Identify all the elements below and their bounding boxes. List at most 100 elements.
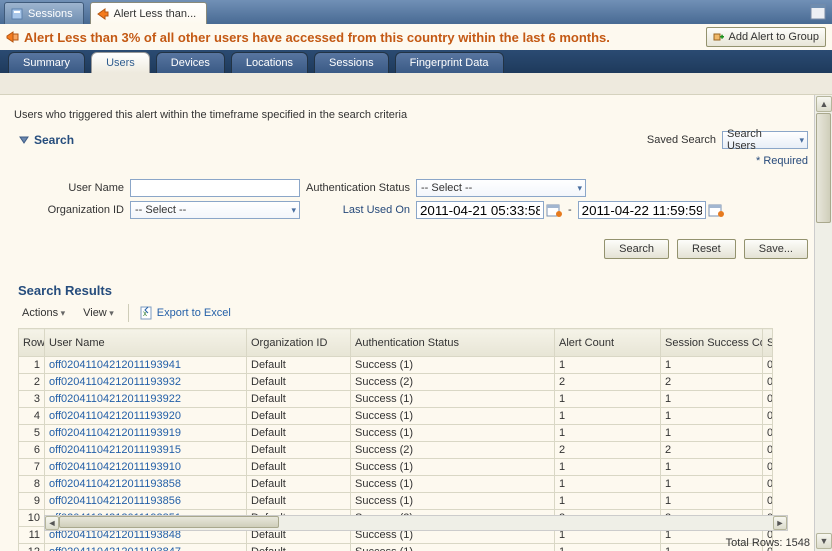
tab-devices[interactable]: Devices xyxy=(156,52,225,73)
cell-org: Default xyxy=(247,442,351,459)
col-org[interactable]: Organization ID xyxy=(247,329,351,357)
cell-user: off02041104212011193856 xyxy=(45,493,247,510)
user-link[interactable]: off02041104212011193856 xyxy=(49,495,181,507)
cell-row: 7 xyxy=(19,459,45,476)
cell-alert: 1 xyxy=(555,357,661,374)
tab-sessions[interactable]: Sessions xyxy=(4,2,84,24)
reset-button[interactable]: Reset xyxy=(677,239,736,259)
table-row: 6 off02041104212011193915 DefaultSuccess (… xyxy=(19,442,773,459)
table-row: 5off02041104212011193919DefaultSuccess (… xyxy=(19,425,773,442)
main-area: Users who triggered this alert within th… xyxy=(0,95,832,551)
collapse-icon[interactable] xyxy=(18,134,30,146)
user-link[interactable]: off02041104212011193910 xyxy=(49,461,181,473)
cell-ssc: 1 xyxy=(661,357,763,374)
cell-s: 0 xyxy=(763,408,773,425)
user-link[interactable]: off02041104212011193922 xyxy=(49,393,181,405)
tab-users[interactable]: Users xyxy=(91,52,150,73)
vertical-scrollbar[interactable]: ▲ ▼ xyxy=(814,95,832,551)
scroll-down-arrow[interactable]: ▼ xyxy=(816,533,832,549)
col-ssc[interactable]: Session Success Count xyxy=(661,329,763,357)
search-header: Search Saved Search Search Users xyxy=(18,131,808,149)
vscroll-thumb[interactable] xyxy=(816,113,831,223)
cell-s: 0 xyxy=(763,459,773,476)
user-name-input[interactable] xyxy=(130,179,300,197)
cell-row: 3 xyxy=(19,391,45,408)
tab-sessions[interactable]: Sessions xyxy=(314,52,389,73)
app-window: Sessions Alert Less than... Alert Less t… xyxy=(0,0,832,551)
excel-icon: x xyxy=(139,306,153,320)
user-link[interactable]: off02041104212011193920 xyxy=(49,410,181,422)
user-link[interactable]: off02041104212011193941 xyxy=(49,359,181,371)
cell-org: Default xyxy=(247,459,351,476)
sub-tabs: Summary Users Devices Locations Sessions… xyxy=(0,50,832,73)
saved-search-select[interactable]: Search Users xyxy=(722,131,808,149)
user-link[interactable]: off02041104212011193847 xyxy=(49,546,181,551)
cell-row: 6 xyxy=(19,442,45,459)
cell-org: Default xyxy=(247,544,351,551)
export-to-excel[interactable]: x Export to Excel xyxy=(139,306,231,320)
cell-user: off02041104212011193922 xyxy=(45,391,247,408)
search-button[interactable]: Search xyxy=(604,239,669,259)
sessions-tab-icon xyxy=(11,8,23,20)
cell-user: off02041104212011193941 xyxy=(45,357,247,374)
cell-alert: 2 xyxy=(555,442,661,459)
auth-status-select[interactable]: -- Select -- xyxy=(416,179,586,197)
horizontal-scrollbar[interactable]: ◄ ► xyxy=(44,515,788,531)
cell-user: off02041104212011193920 xyxy=(45,408,247,425)
cell-ssc: 1 xyxy=(661,425,763,442)
cell-auth: Success (1) xyxy=(351,459,555,476)
cell-row: 12 xyxy=(19,544,45,551)
cell-auth: Success (2) xyxy=(351,374,555,391)
tab-summary[interactable]: Summary xyxy=(8,52,85,73)
table-row: 12off02041104212011193847DefaultSuccess … xyxy=(19,544,773,551)
col-s[interactable]: S xyxy=(763,329,773,357)
calendar-to-icon[interactable] xyxy=(708,202,724,218)
table-row: 2off02041104212011193932DefaultSuccess (… xyxy=(19,374,773,391)
date-to-input[interactable] xyxy=(578,201,706,219)
cell-row: 9 xyxy=(19,493,45,510)
results-title: Search Results xyxy=(18,283,808,298)
plus-icon xyxy=(713,31,725,43)
org-id-select[interactable]: -- Select -- xyxy=(130,201,300,219)
title-row: Alert Less than 3% of all other users ha… xyxy=(0,24,832,50)
add-alert-to-group-button[interactable]: Add Alert to Group xyxy=(706,27,827,47)
user-link[interactable]: off02041104212011193919 xyxy=(49,427,181,439)
calendar-from-icon[interactable] xyxy=(546,202,562,218)
cell-alert: 1 xyxy=(555,493,661,510)
cell-s: 0 xyxy=(763,391,773,408)
tab-alert[interactable]: Alert Less than... xyxy=(90,2,208,24)
table-row: 4off02041104212011193920DefaultSuccess (… xyxy=(19,408,773,425)
table-row: 7 off02041104212011193910 DefaultSuccess (… xyxy=(19,459,773,476)
col-row[interactable]: Row xyxy=(19,329,45,357)
cell-org: Default xyxy=(247,476,351,493)
scroll-right-arrow[interactable]: ► xyxy=(773,516,787,530)
popout-icon[interactable] xyxy=(810,4,826,20)
cell-org: Default xyxy=(247,425,351,442)
save-button[interactable]: Save... xyxy=(744,239,808,259)
view-menu[interactable]: View xyxy=(79,305,118,321)
user-link[interactable]: off02041104212011193915 xyxy=(49,444,181,456)
scroll-up-arrow[interactable]: ▲ xyxy=(816,96,832,112)
hscroll-thumb[interactable] xyxy=(59,516,279,528)
date-from-input[interactable] xyxy=(416,201,544,219)
date-to-box xyxy=(578,201,724,219)
cell-alert: 1 xyxy=(555,544,661,551)
tab-fingerprint[interactable]: Fingerprint Data xyxy=(395,52,504,73)
results-toolbar: Actions View x Export to Excel xyxy=(18,304,808,322)
total-rows: Total Rows: 1548 xyxy=(726,537,810,549)
user-link[interactable]: off02041104212011193858 xyxy=(49,478,181,490)
user-link[interactable]: off02041104212011193932 xyxy=(49,376,181,388)
scroll-left-arrow[interactable]: ◄ xyxy=(45,516,59,530)
col-alert[interactable]: Alert Count xyxy=(555,329,661,357)
cell-auth: Success (2) xyxy=(351,442,555,459)
hscroll-track[interactable] xyxy=(59,516,773,530)
cell-row: 1 xyxy=(19,357,45,374)
actions-menu[interactable]: Actions xyxy=(18,305,69,321)
vscroll-track[interactable] xyxy=(816,113,831,533)
cell-row: 5 xyxy=(19,425,45,442)
col-user[interactable]: User Name xyxy=(45,329,247,357)
cell-row: 4 xyxy=(19,408,45,425)
cell-alert: 1 xyxy=(555,408,661,425)
tab-locations[interactable]: Locations xyxy=(231,52,308,73)
col-auth[interactable]: Authentication Status xyxy=(351,329,555,357)
